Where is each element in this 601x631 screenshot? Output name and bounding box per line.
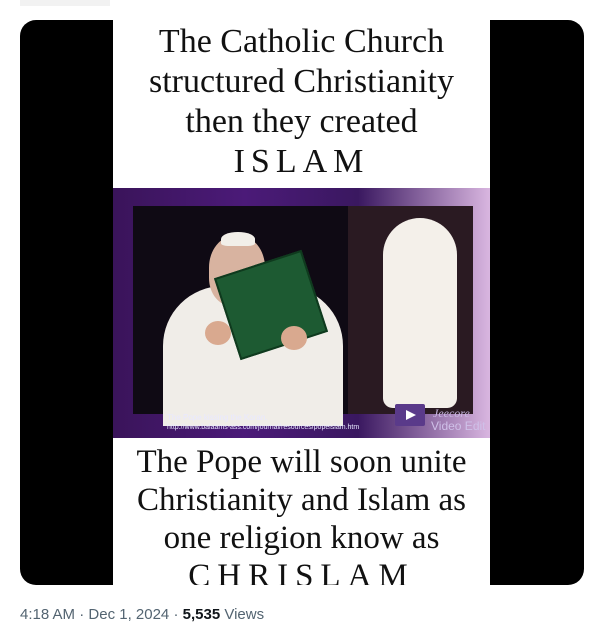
post-media[interactable]: The Catholic Church structured Christian… [20, 20, 584, 585]
video-frame: The Pope kissing the Koran. http://www.b… [133, 206, 486, 433]
meta-separator: · [173, 606, 179, 623]
play-icon [395, 404, 425, 426]
bottom-caption-line: CHRISLAM [188, 558, 415, 585]
top-caption: The Catholic Church structured Christian… [113, 22, 490, 182]
previous-content-edge [20, 0, 110, 6]
top-caption-line: then they created [185, 103, 418, 140]
views-label: Views [224, 606, 265, 623]
hand [205, 321, 231, 345]
cleric-figure [383, 218, 457, 408]
meta-separator: · [79, 606, 85, 623]
top-caption-line: ISLAM [233, 143, 370, 180]
top-caption-line: The Catholic Church [158, 23, 445, 60]
post-metadata: 4:18 AM · Dec 1, 2024 · 5,535 Views [20, 606, 264, 623]
top-caption-line: structured Christianity [148, 63, 454, 100]
post-time-link[interactable]: 4:18 AM [20, 606, 75, 623]
hand [281, 326, 307, 350]
bottom-caption-line: one religion know as [163, 520, 440, 556]
watermark-label: Video Edit [431, 419, 486, 433]
video-url-overlay: http://www.balaams-ass.com/journal/resou… [167, 424, 360, 431]
meme-image: The Catholic Church structured Christian… [113, 20, 490, 585]
bottom-caption-line: Christianity and Islam as [136, 482, 467, 518]
video-title-overlay: The Pope kissing the Koran. [167, 413, 268, 422]
video-still: The Pope kissing the Koran. http://www.b… [113, 188, 490, 438]
post-date-link[interactable]: Dec 1, 2024 [88, 606, 169, 623]
bottom-caption-line: The Pope will soon unite [136, 444, 467, 480]
bottom-caption: The Pope will soon unite Christianity an… [113, 443, 490, 585]
views-count[interactable]: 5,535 [183, 606, 221, 623]
zucchetto [221, 232, 255, 246]
